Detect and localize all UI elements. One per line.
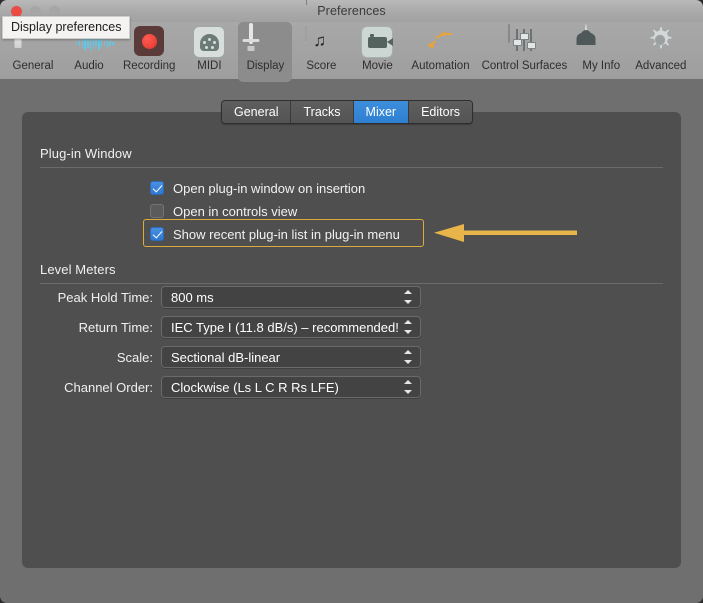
popup-value-peak-hold-time: 800 ms	[171, 289, 214, 305]
toolbar-label-general: General	[12, 60, 54, 72]
popup-return-time[interactable]: IEC Type I (11.8 dB/s) – recommended!	[161, 316, 421, 338]
field-row-channel-order: Channel Order: Clockwise (Ls L C R Rs LF…	[40, 376, 422, 398]
stepper-icon-channel-order[interactable]	[404, 380, 413, 394]
toolbar-label-audio: Audio	[74, 60, 104, 72]
checkbox-row-open-controls-view[interactable]: Open in controls view	[150, 202, 297, 220]
toolbar-label-my-info: My Info	[582, 60, 621, 72]
toolbar-item-automation[interactable]: Automation	[406, 22, 474, 75]
tab-general[interactable]: General	[222, 101, 292, 123]
section-rule-level-meters	[40, 283, 663, 284]
screenshot-seam	[306, 0, 307, 5]
checkbox-row-open-plugin-window[interactable]: Open plug-in window on insertion	[150, 179, 365, 197]
gear-icon	[645, 25, 677, 57]
label-peak-hold-time: Peak Hold Time:	[57, 289, 153, 305]
stepper-icon-peak-hold-time[interactable]	[404, 290, 413, 304]
person-icon	[576, 24, 617, 57]
toolbar-item-my-info[interactable]: My Info	[574, 22, 628, 75]
midi-din-icon	[193, 25, 226, 58]
label-channel-order: Channel Order:	[64, 379, 153, 395]
preferences-window: Preferences General Audio Recording MIDI	[0, 0, 703, 603]
toolbar-label-score: Score	[306, 60, 337, 72]
field-row-scale: Scale: Sectional dB-linear	[40, 346, 422, 368]
stepper-icon-return-time[interactable]	[404, 320, 413, 334]
popup-value-return-time: IEC Type I (11.8 dB/s) – recommended!	[171, 319, 399, 335]
toolbar-label-automation: Automation	[411, 60, 470, 72]
label-return-time: Return Time:	[78, 319, 153, 335]
annotation-arrow	[432, 223, 577, 248]
checkbox-open-controls-view[interactable]	[150, 204, 164, 218]
movie-camera-icon	[361, 25, 394, 58]
tab-editors[interactable]: Editors	[409, 101, 472, 123]
toolbar-item-advanced[interactable]: Advanced	[630, 22, 691, 75]
section-title-plugin-window: Plug-in Window	[40, 146, 132, 161]
checkbox-row-show-recent-plugin-list[interactable]: Show recent plug-in list in plug-in menu	[150, 225, 400, 243]
popup-peak-hold-time[interactable]: 800 ms	[161, 286, 421, 308]
toolbar-item-score[interactable]: ♫ Score	[294, 22, 348, 75]
tab-tracks[interactable]: Tracks	[291, 101, 354, 123]
display-monitor-icon	[242, 23, 281, 57]
score-note-icon: ♫	[305, 24, 337, 57]
toolbar-label-midi: MIDI	[197, 60, 222, 72]
toolbar-label-recording: Recording	[123, 60, 176, 72]
section-title-level-meters: Level Meters	[40, 262, 116, 277]
checkbox-label-show-recent-plugin-list: Show recent plug-in list in plug-in menu	[173, 226, 400, 242]
toolbar-label-display: Display	[246, 60, 285, 72]
toolbar-item-midi[interactable]: MIDI	[182, 22, 236, 75]
popup-value-scale: Sectional dB-linear	[171, 349, 281, 365]
toolbar-item-control-surfaces[interactable]: Control Surfaces	[477, 22, 573, 75]
field-row-peak-hold-time: Peak Hold Time: 800 ms	[40, 286, 422, 308]
field-row-return-time: Return Time: IEC Type I (11.8 dB/s) – re…	[40, 316, 422, 338]
preferences-tab-bar: General Tracks Mixer Editors	[221, 100, 473, 124]
stepper-icon-scale[interactable]	[404, 350, 413, 364]
tab-mixer[interactable]: Mixer	[353, 101, 410, 123]
checkbox-open-plugin-window[interactable]	[150, 181, 164, 195]
toolbar-label-advanced: Advanced	[635, 60, 687, 72]
record-icon	[133, 25, 165, 57]
toolbar-item-display[interactable]: Display	[238, 22, 293, 82]
checkbox-show-recent-plugin-list[interactable]	[150, 227, 164, 241]
checkbox-label-open-controls-view: Open in controls view	[173, 203, 298, 219]
section-rule-plugin-window	[40, 167, 663, 168]
faders-icon	[508, 24, 540, 57]
toolbar-label-movie: Movie	[362, 60, 393, 72]
label-scale: Scale:	[116, 349, 153, 365]
toolbar-item-movie[interactable]: Movie	[350, 22, 404, 75]
checkbox-label-open-plugin-window: Open plug-in window on insertion	[173, 180, 366, 196]
mixer-preferences-panel: Plug-in Window Open plug-in window on in…	[22, 112, 681, 568]
toolbar-label-control-surfaces: Control Surfaces	[481, 60, 568, 72]
automation-curve-icon	[425, 25, 457, 57]
tooltip: Display preferences	[2, 16, 131, 39]
popup-value-channel-order: Clockwise (Ls L C R Rs LFE)	[171, 379, 339, 395]
popup-channel-order[interactable]: Clockwise (Ls L C R Rs LFE)	[161, 376, 421, 398]
popup-scale[interactable]: Sectional dB-linear	[161, 346, 421, 368]
